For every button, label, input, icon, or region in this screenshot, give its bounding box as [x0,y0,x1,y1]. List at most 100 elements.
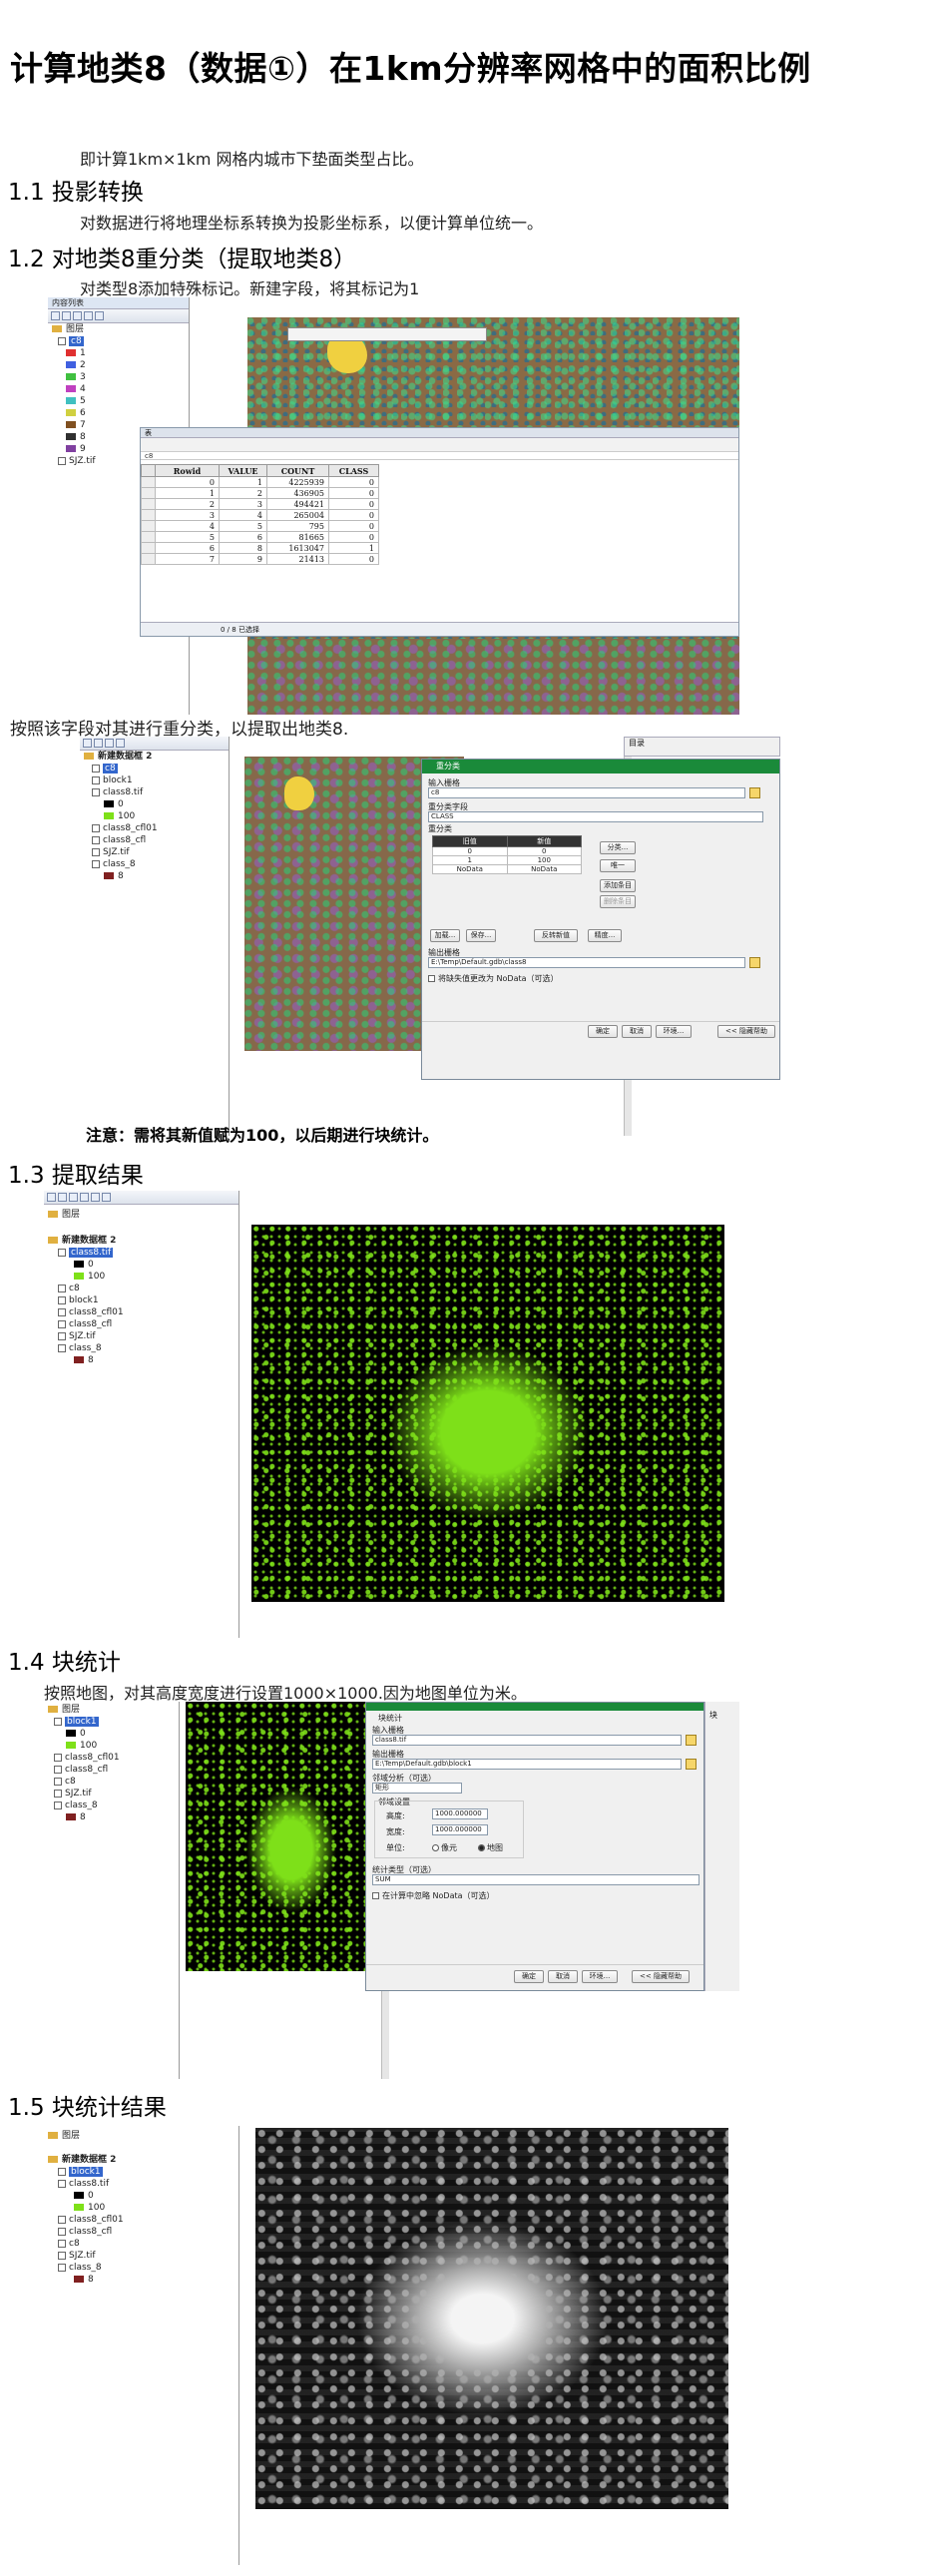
table-row[interactable]: 1 100 [432,855,582,865]
table-toolbar[interactable] [141,438,738,452]
folder-icon[interactable] [686,1759,697,1770]
cancel-button[interactable]: 取消 [548,1970,578,1983]
unique-button[interactable]: 唯一 [600,859,636,872]
map-view[interactable] [251,1225,724,1602]
checkbox[interactable] [54,1789,62,1798]
checkbox[interactable] [54,1765,62,1774]
toc-item[interactable]: class_8 [44,1800,179,1811]
checkbox[interactable] [58,2263,66,2272]
output-raster-field[interactable]: E:\Temp\Default.gdb\class8 [428,957,745,968]
toc-item[interactable]: class_8 [44,1342,238,1354]
reclass-field-select[interactable]: CLASS [428,811,763,822]
table-tab[interactable]: c8 [141,452,738,460]
table-row[interactable]: 5 6 81665 0 [141,531,379,543]
unit-cell-radio[interactable]: 像元 [432,1842,457,1853]
table-row[interactable]: 3 4 265004 0 [141,509,379,521]
toc-item[interactable]: class8.tif [44,1247,238,1259]
toc-item[interactable]: SJZ.tif [44,1330,238,1342]
checkbox[interactable] [92,775,100,784]
environments-button[interactable]: 环境... [582,1970,618,1983]
table-row[interactable]: 1 2 436905 0 [141,487,379,499]
checkbox[interactable] [54,1717,62,1726]
reverse-button[interactable]: 反转新值 [534,929,578,942]
radio-empty-icon[interactable] [432,1844,439,1851]
table-row[interactable]: 4 5 795 0 [141,520,379,532]
toc-item[interactable]: block1 [44,1716,179,1728]
neighborhood-select[interactable]: 矩形 [372,1783,462,1794]
toc-item[interactable]: class8_cfl [44,1764,179,1776]
checkbox[interactable] [92,859,100,868]
checkbox[interactable] [92,787,100,796]
toc-item[interactable]: c8 [44,1776,179,1788]
table-row[interactable]: NoData NoData [432,864,582,874]
col-header[interactable]: COUNT [266,464,329,477]
toc-item[interactable]: c8 [48,335,189,347]
map-view[interactable] [255,2128,728,2509]
checkbox[interactable] [92,847,100,856]
checkbox[interactable] [92,764,100,773]
table-row[interactable]: 0 1 4225939 0 [141,476,379,488]
checkbox[interactable] [58,456,66,465]
attribute-table[interactable]: Rowid VALUE COUNT CLASS 0 1 4225939 0 1 2 4369… [141,464,379,565]
radio-selected-icon[interactable] [478,1844,485,1851]
ok-button[interactable]: 确定 [514,1970,544,1983]
checkbox[interactable] [372,1892,379,1899]
table-row[interactable]: 7 9 21413 0 [141,553,379,565]
row-marker[interactable] [141,531,156,543]
col-header[interactable]: Rowid [155,464,220,477]
toc-item[interactable]: block1 [44,2166,238,2178]
toc-item[interactable]: class8.tif [80,786,229,798]
toc-item[interactable]: c8 [44,1283,238,1294]
toc-item[interactable]: class8_cfl01 [44,1306,238,1318]
checkbox[interactable] [58,1284,66,1292]
checkbox[interactable] [58,2215,66,2224]
load-button[interactable]: 加载... [430,929,460,942]
toc-toolbar[interactable] [48,309,189,323]
toc-item[interactable]: c8 [80,763,229,774]
checkbox[interactable] [428,975,435,982]
checkbox[interactable] [58,1343,66,1352]
toc-toolbar[interactable] [44,1191,238,1205]
checkbox[interactable] [58,1319,66,1328]
delete-entry-button[interactable]: 删除条目 [600,895,636,908]
col-header[interactable]: VALUE [219,464,267,477]
toc-item[interactable]: class8_cfl01 [44,1752,179,1764]
precision-button[interactable]: 精度... [588,929,622,942]
toc-item[interactable]: class8_cfl01 [80,822,229,834]
row-marker[interactable] [141,487,156,499]
checkbox[interactable] [58,2167,66,2176]
toc-item[interactable]: class8_cfl [44,1318,238,1330]
row-marker[interactable] [141,498,156,510]
save-button[interactable]: 保存... [466,929,496,942]
checkbox[interactable] [92,823,100,832]
hide-help-button[interactable]: << 隐藏帮助 [632,1970,690,1983]
folder-icon[interactable] [686,1735,697,1746]
reclass-grid[interactable]: 旧值 新值 00 1 100 NoData NoData [432,835,582,874]
height-input[interactable]: 1000.000000 [432,1808,488,1819]
row-marker[interactable] [141,542,156,554]
toc-item[interactable]: class8.tif [44,2178,238,2190]
unit-map-radio[interactable]: 地图 [478,1842,503,1853]
toc-item[interactable]: block1 [44,1294,238,1306]
toc-item[interactable]: class_8 [80,858,229,870]
toc-item[interactable]: c8 [44,2238,238,2250]
cancel-button[interactable]: 取消 [622,1025,652,1038]
toc-item[interactable]: class8_cfl01 [44,2214,238,2226]
classify-button[interactable]: 分类... [600,841,636,854]
nodata-checkbox-row[interactable]: 将缺失值更改为 NoData（可选） [428,973,559,984]
checkbox[interactable] [58,1307,66,1316]
toc-item[interactable]: 图层 [44,1209,238,1221]
output-raster-field[interactable]: E:\Temp\Default.gdb\block1 [372,1759,682,1770]
toc-item[interactable]: SJZ.tif [44,2250,238,2262]
checkbox[interactable] [58,2227,66,2236]
width-input[interactable]: 1000.000000 [432,1824,488,1835]
toc-item[interactable]: 图层 [44,2130,238,2142]
toc-item[interactable]: 图层 [48,323,189,335]
toc-item[interactable]: 图层 [44,1704,179,1716]
col-header[interactable]: CLASS [328,464,379,477]
row-marker[interactable] [141,553,156,565]
toc-item[interactable]: class8_cfl [44,2226,238,2238]
checkbox[interactable] [58,336,66,345]
toc-item[interactable]: SJZ.tif [80,846,229,858]
input-raster-field[interactable]: class8.tif [372,1735,682,1746]
